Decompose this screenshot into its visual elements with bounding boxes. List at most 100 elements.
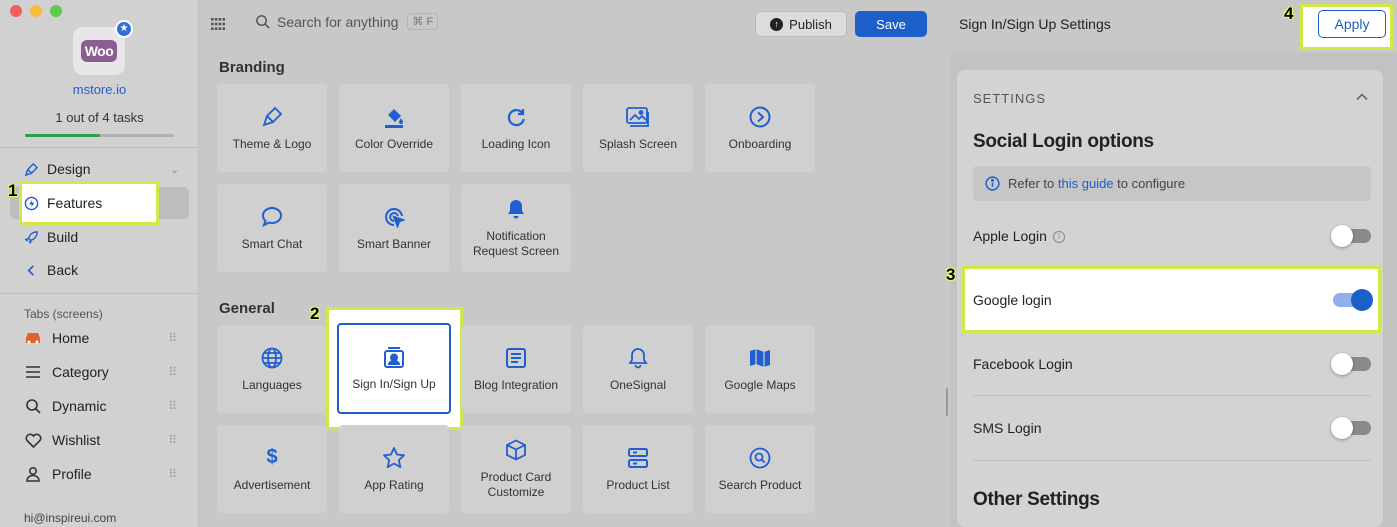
step-marker-4: 4 (1284, 4, 1294, 23)
star-badge-icon: ★ (115, 20, 133, 38)
toggle-knob (1331, 225, 1353, 247)
tile-blog-integration[interactable]: Blog Integration (461, 325, 571, 413)
google-login-toggle[interactable] (1333, 289, 1373, 311)
apple-login-toggle[interactable] (1331, 225, 1371, 247)
app-logo[interactable]: Woo ★ (73, 20, 133, 75)
app-name-link[interactable]: mstore.io (0, 82, 199, 97)
apple-login-row: Apple Login i (973, 224, 1371, 248)
apps-grid-icon[interactable] (211, 18, 225, 30)
tab-item-category[interactable]: Category ⠿ (24, 363, 177, 381)
tile-sign-in-sign-up[interactable]: Sign In/Sign Up (337, 323, 451, 414)
tile-search-product[interactable]: Search Product (705, 425, 815, 513)
save-button[interactable]: Save (855, 11, 927, 37)
tile-notification-request[interactable]: Notification Request Screen (461, 184, 571, 272)
server-list-icon (626, 446, 650, 470)
sidebar-item-features[interactable]: Features (24, 195, 102, 211)
sidebar-item-label: Design (47, 161, 91, 177)
user-icon (24, 465, 42, 483)
window-controls (10, 5, 62, 17)
login-label: SMS Login (973, 420, 1042, 436)
zoom-window-button[interactable] (50, 5, 62, 17)
tile-label: Loading Icon (481, 136, 551, 151)
map-icon (748, 346, 772, 370)
facebook-login-toggle[interactable] (1331, 353, 1371, 375)
chevron-up-icon[interactable] (1355, 90, 1369, 104)
drag-handle-icon[interactable]: ⠿ (168, 467, 177, 481)
social-login-title: Social Login options (973, 131, 1154, 152)
sms-login-toggle[interactable] (1331, 417, 1371, 439)
search-circle-icon (748, 446, 772, 470)
divider (973, 395, 1371, 396)
close-window-button[interactable] (10, 5, 22, 17)
apply-button[interactable]: Apply (1318, 10, 1386, 38)
login-label: Apple Login (973, 228, 1047, 244)
tile-onboarding[interactable]: Onboarding (705, 84, 815, 172)
sidebar-item-design[interactable]: Design (24, 161, 91, 177)
drag-handle-icon[interactable]: ⠿ (168, 433, 177, 447)
general-section-title: General (219, 300, 275, 317)
drag-handle-icon[interactable]: ⠿ (168, 399, 177, 413)
bell-outline-icon (626, 346, 650, 370)
tile-label: Splash Screen (598, 136, 678, 151)
info-icon[interactable]: i (1052, 231, 1065, 244)
tile-label: Color Override (354, 136, 434, 151)
chevron-down-icon[interactable]: ⌄ (170, 163, 179, 176)
target-click-icon (382, 205, 406, 229)
tile-advertisement[interactable]: $ Advertisement (217, 425, 327, 513)
drag-handle-icon[interactable]: ⠿ (168, 365, 177, 379)
other-settings-title: Other Settings (973, 489, 1100, 510)
sidebar-item-label: Build (47, 229, 79, 245)
tile-label: Sign In/Sign Up (352, 377, 436, 391)
tab-item-dynamic[interactable]: Dynamic ⠿ (24, 397, 177, 415)
guide-link[interactable]: this guide (1058, 176, 1114, 191)
settings-section-label: SETTINGS (973, 91, 1047, 106)
tile-google-maps[interactable]: Google Maps (705, 325, 815, 413)
drag-handle-icon[interactable]: ⠿ (168, 331, 177, 345)
sms-login-row: SMS Login (973, 416, 1371, 440)
search-placeholder: Search for anything (277, 13, 399, 30)
chat-bubble-icon (260, 205, 284, 229)
tile-product-list[interactable]: Product List (583, 425, 693, 513)
tile-color-override[interactable]: Color Override (339, 84, 449, 172)
tile-splash-screen[interactable]: Splash Screen (583, 84, 693, 172)
toggle-knob (1331, 353, 1353, 375)
refresh-icon (504, 105, 528, 129)
tab-item-profile[interactable]: Profile ⠿ (24, 465, 177, 483)
sidebar-item-back[interactable]: Back (24, 262, 78, 278)
tile-app-rating[interactable]: App Rating (339, 425, 449, 513)
publish-button[interactable]: ↑ Publish (755, 11, 847, 37)
tab-item-home[interactable]: Home ⠿ (24, 329, 177, 347)
brush-icon (260, 105, 284, 129)
tile-product-card-customize[interactable]: Product Card Customize (461, 425, 571, 513)
tile-smart-chat[interactable]: Smart Chat (217, 184, 327, 272)
tab-item-wishlist[interactable]: Wishlist ⠿ (24, 431, 177, 449)
search-icon (256, 15, 270, 29)
star-icon (382, 446, 406, 470)
tile-label: App Rating (364, 477, 424, 492)
brush-icon (24, 162, 39, 176)
sidebar-item-label: Features (47, 195, 103, 211)
globe-icon (260, 346, 284, 370)
panel-resize-handle[interactable] (946, 388, 948, 416)
sidebar-item-build[interactable]: Build (24, 229, 78, 245)
search-bar[interactable]: Search for anything ⌘ F (255, 13, 439, 30)
minimize-window-button[interactable] (30, 5, 42, 17)
box-icon (504, 438, 528, 462)
search-icon (24, 397, 42, 415)
tile-loading-icon[interactable]: Loading Icon (461, 84, 571, 172)
task-progress-text: 1 out of 4 tasks (55, 110, 144, 125)
tile-onesignal[interactable]: OneSignal (583, 325, 693, 413)
woo-logo: Woo (80, 40, 118, 62)
info-box: Refer to this guide to configure (973, 166, 1371, 201)
tile-theme-logo[interactable]: Theme & Logo (217, 84, 327, 172)
tile-languages[interactable]: Languages (217, 325, 327, 413)
google-login-row: Google login (973, 288, 1373, 312)
divider (973, 460, 1371, 461)
sidebar: Woo ★ mstore.io 1 out of 4 tasks Design … (0, 0, 199, 527)
publish-label: Publish (789, 16, 832, 32)
bolt-icon (24, 196, 39, 210)
tile-smart-banner[interactable]: Smart Banner (339, 184, 449, 272)
info-suffix: to configure (1117, 176, 1186, 191)
tile-label: OneSignal (609, 377, 667, 392)
heart-icon (24, 431, 42, 449)
